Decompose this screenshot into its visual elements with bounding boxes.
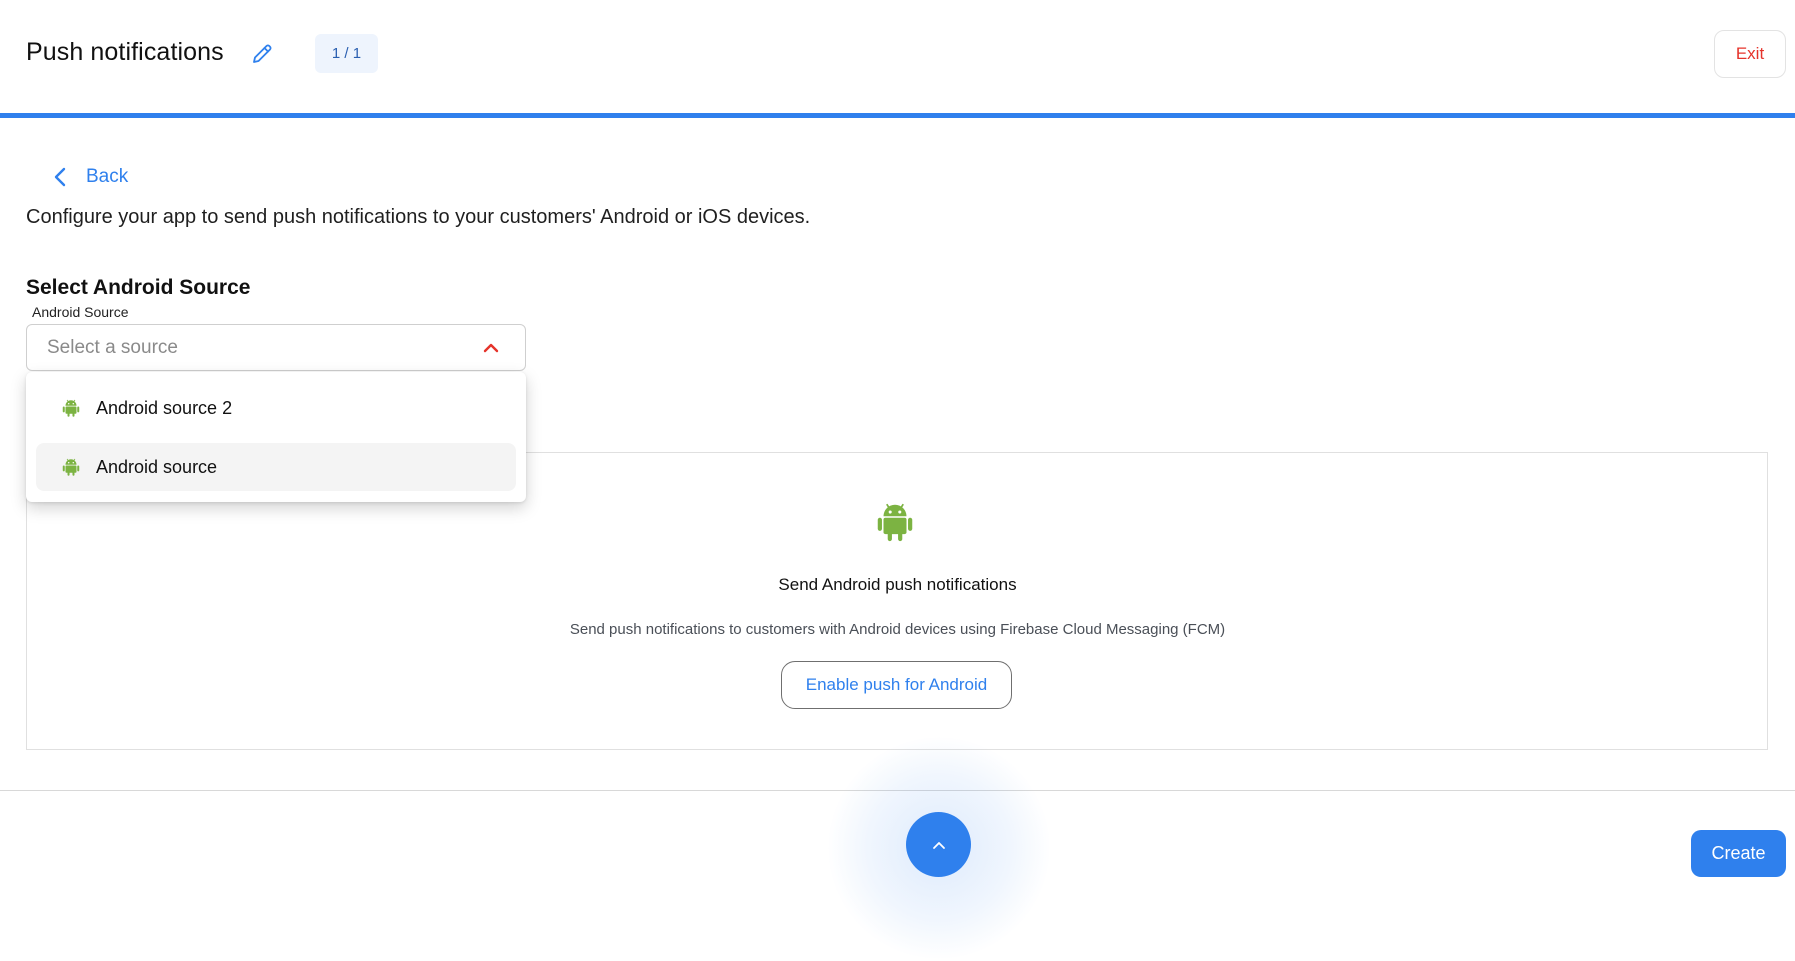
dropdown-option-android-source-2[interactable]: Android source 2 bbox=[36, 384, 516, 432]
step-indicator: 1 / 1 bbox=[315, 34, 378, 73]
chevron-left-icon bbox=[54, 167, 66, 187]
chevron-up-icon bbox=[483, 343, 499, 353]
source-dropdown-menu: Android source 2 Android source bbox=[26, 372, 526, 502]
option-label: Android source 2 bbox=[96, 397, 233, 418]
pencil-icon[interactable] bbox=[250, 42, 274, 66]
page-description: Configure your app to send push notifica… bbox=[26, 206, 811, 228]
scroll-up-button[interactable] bbox=[906, 812, 971, 877]
header: Push notifications 1 / 1 Exit bbox=[0, 0, 1795, 118]
enable-push-android-button[interactable]: Enable push for Android bbox=[781, 661, 1012, 709]
card-title: Send Android push notifications bbox=[778, 575, 1017, 594]
android-icon bbox=[62, 399, 80, 417]
android-source-label: Android Source bbox=[32, 304, 129, 320]
page-title: Push notifications bbox=[26, 38, 224, 66]
android-icon bbox=[62, 458, 80, 476]
option-label: Android source bbox=[96, 456, 218, 477]
back-link[interactable]: Back bbox=[52, 162, 128, 192]
section-title: Select Android Source bbox=[26, 276, 251, 299]
card-subtitle: Send push notifications to customers wit… bbox=[569, 621, 1226, 638]
android-icon bbox=[877, 503, 913, 542]
create-button[interactable]: Create bbox=[1691, 830, 1786, 877]
android-source-select[interactable]: Select a source bbox=[26, 324, 526, 371]
select-placeholder: Select a source bbox=[47, 337, 178, 358]
exit-button[interactable]: Exit bbox=[1714, 30, 1786, 78]
dropdown-option-android-source[interactable]: Android source bbox=[36, 443, 516, 491]
chevron-up-icon bbox=[932, 841, 945, 849]
back-label: Back bbox=[86, 166, 129, 187]
